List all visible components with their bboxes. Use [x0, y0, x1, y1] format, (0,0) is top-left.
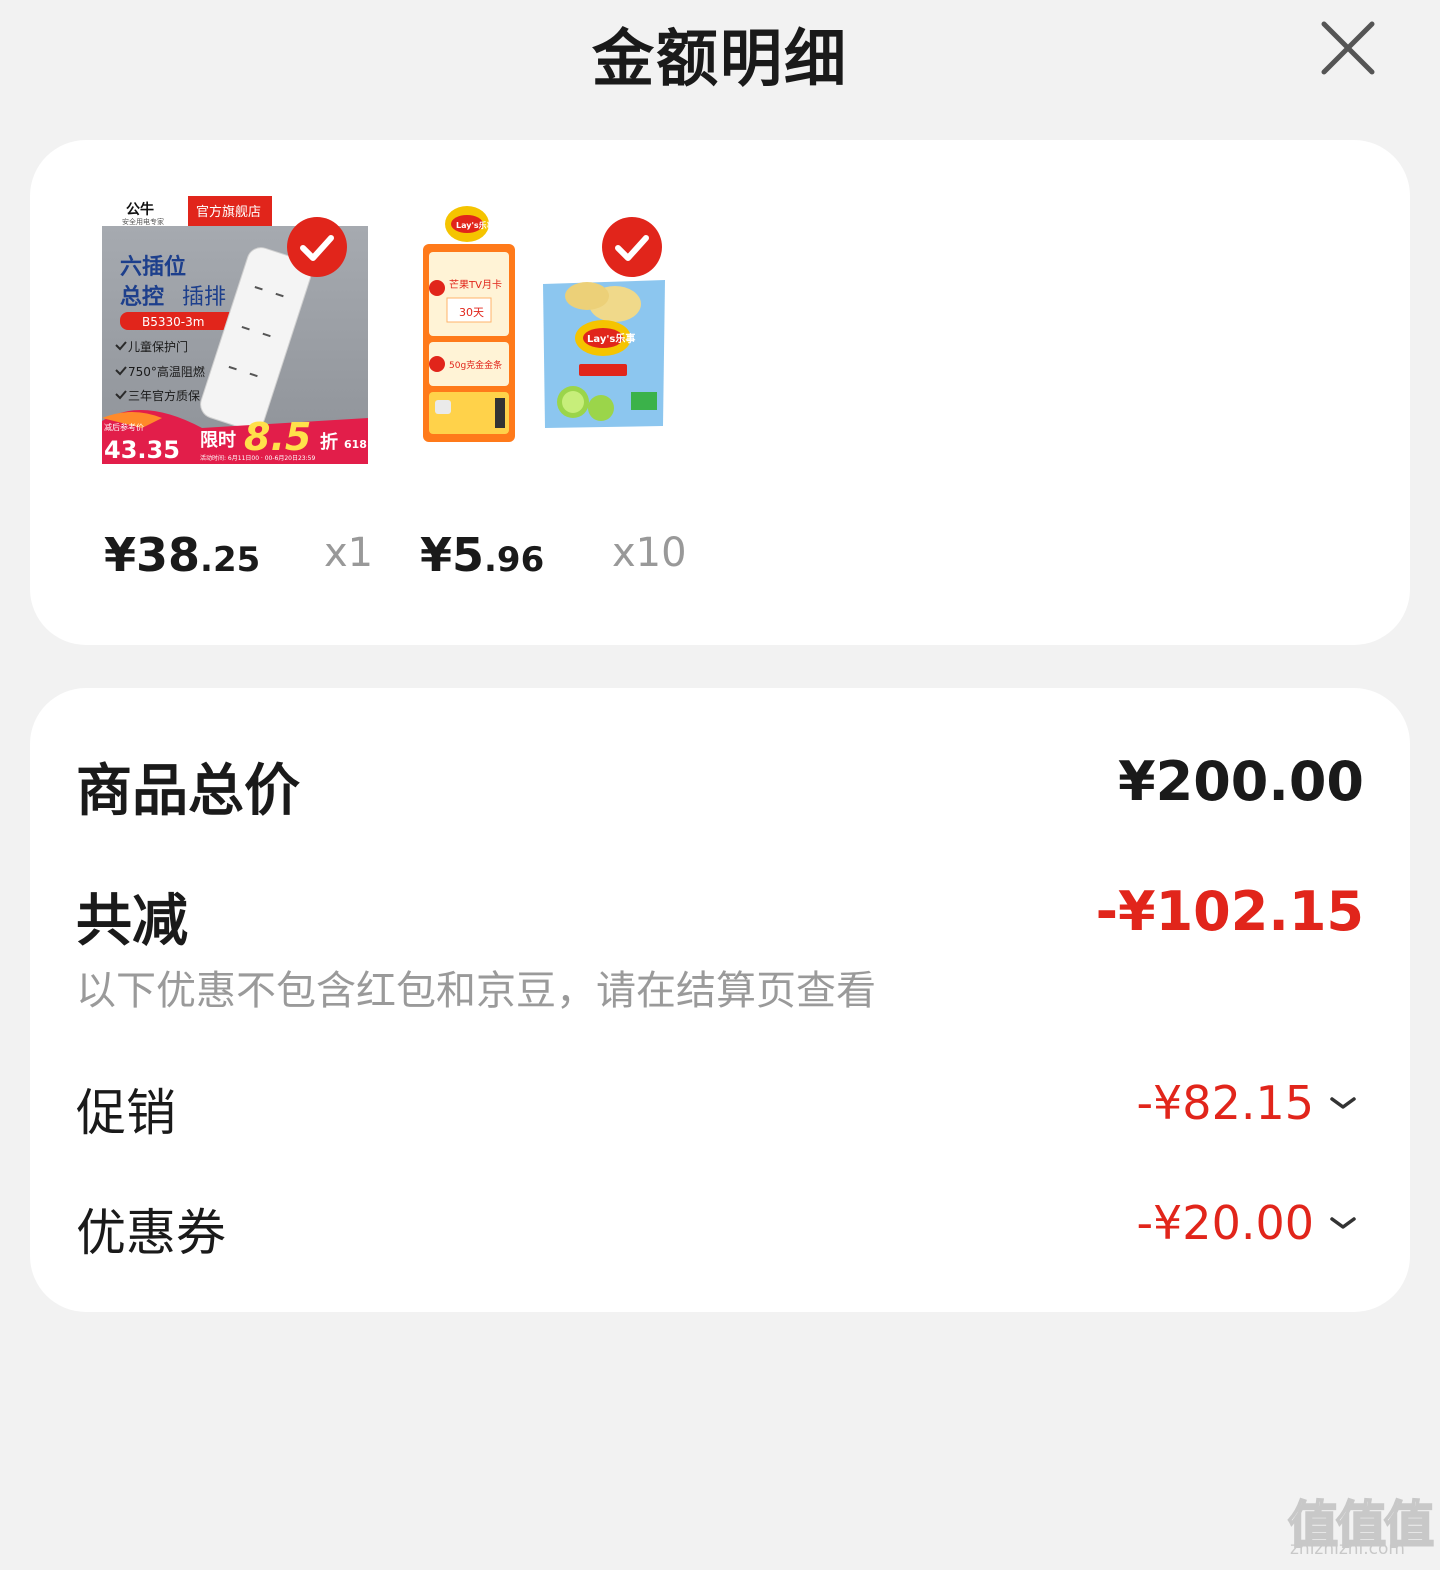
- promo-label: 促销: [76, 1084, 176, 1142]
- product-quantity: x10: [612, 530, 687, 576]
- watermark-url: zhizhizhi.com: [1290, 1539, 1405, 1559]
- bag-brand-text: Lay's乐事: [587, 332, 635, 345]
- price-main: ¥5: [420, 528, 485, 582]
- price-summary-card: 商品总价 ¥200.00 共减 -¥102.15 以下优惠不包含红包和京豆，请在…: [30, 688, 1410, 1312]
- site-watermark: 值值值 zhizhizhi.com: [1287, 1485, 1435, 1565]
- ref-label: 减后参考价: [104, 422, 144, 432]
- total-label: 商品总价: [76, 759, 300, 824]
- selected-check-icon[interactable]: [601, 216, 663, 278]
- promo-detail-toggle[interactable]: -¥82.15: [1136, 1076, 1360, 1130]
- modal-header: 金额明细: [0, 0, 1440, 110]
- brand-tag-text: 安全用电专家: [122, 217, 164, 226]
- promo-618: 618: [344, 438, 367, 451]
- promo-prefix: 限时: [200, 430, 236, 451]
- promo-time: 活动时间: 6月11日00 · 00-6月20日23:59: [200, 454, 315, 462]
- product-quantity: x1: [324, 530, 374, 576]
- strip-feature-1: 儿童保护门: [128, 339, 188, 354]
- product-thumbnail[interactable]: 公牛 安全用电专家 官方旗舰店 六插位 总控 插排 B5330-3m 儿童保护门…: [102, 196, 368, 464]
- price-cents: .96: [484, 540, 545, 580]
- poster-line2: 50g克金金条: [449, 359, 502, 371]
- chevron-down-icon: [1330, 1217, 1356, 1229]
- discount-label: 共减: [76, 889, 188, 954]
- page-title: 金额明细: [591, 22, 848, 95]
- coupon-detail-toggle[interactable]: -¥20.00: [1136, 1196, 1360, 1250]
- poster-days: 30天: [459, 306, 484, 319]
- strip-line2: 总控: [120, 284, 164, 310]
- ref-price: 43.35: [104, 436, 180, 464]
- strip-feature-2: 750°高温阻燃: [128, 364, 205, 379]
- lays-logo-text: Lay's乐事: [456, 220, 495, 230]
- promo-discount: 8.5: [244, 415, 311, 459]
- total-value: ¥200.00: [1118, 750, 1364, 813]
- strip-line1: 六插位: [120, 254, 186, 280]
- brand-text: 公牛: [126, 201, 154, 218]
- price-main: ¥38: [104, 528, 201, 582]
- coupon-value: -¥20.00: [1136, 1196, 1314, 1250]
- poster-line1: 芒果TV月卡: [449, 278, 502, 291]
- discount-note: 以下优惠不包含红包和京豆，请在结算页查看: [76, 968, 876, 1014]
- chevron-down-icon: [1330, 1097, 1356, 1109]
- strip-feature-3: 三年官方质保: [128, 388, 200, 403]
- selected-check-icon[interactable]: [286, 216, 348, 278]
- close-icon[interactable]: [1316, 16, 1380, 80]
- promo-suffix: 折: [320, 431, 338, 453]
- price-cents: .25: [200, 540, 261, 580]
- coupon-label: 优惠券: [76, 1204, 226, 1262]
- product-list-card: 公牛 安全用电专家 官方旗舰店 六插位 总控 插排 B5330-3m 儿童保护门…: [30, 140, 1410, 645]
- store-tag-text: 官方旗舰店: [196, 204, 261, 220]
- discount-value: -¥102.15: [1095, 880, 1364, 943]
- product-price: ¥5.96: [420, 528, 544, 582]
- promo-value: -¥82.15: [1136, 1076, 1314, 1130]
- strip-line2b: 插排: [182, 285, 226, 310]
- product-price: ¥38.25: [104, 528, 260, 582]
- product-thumbnail[interactable]: Lay's乐事 芒果TV月卡 30天 50g克金金条 Lay's乐事: [415, 196, 685, 464]
- strip-model: B5330-3m: [142, 315, 204, 329]
